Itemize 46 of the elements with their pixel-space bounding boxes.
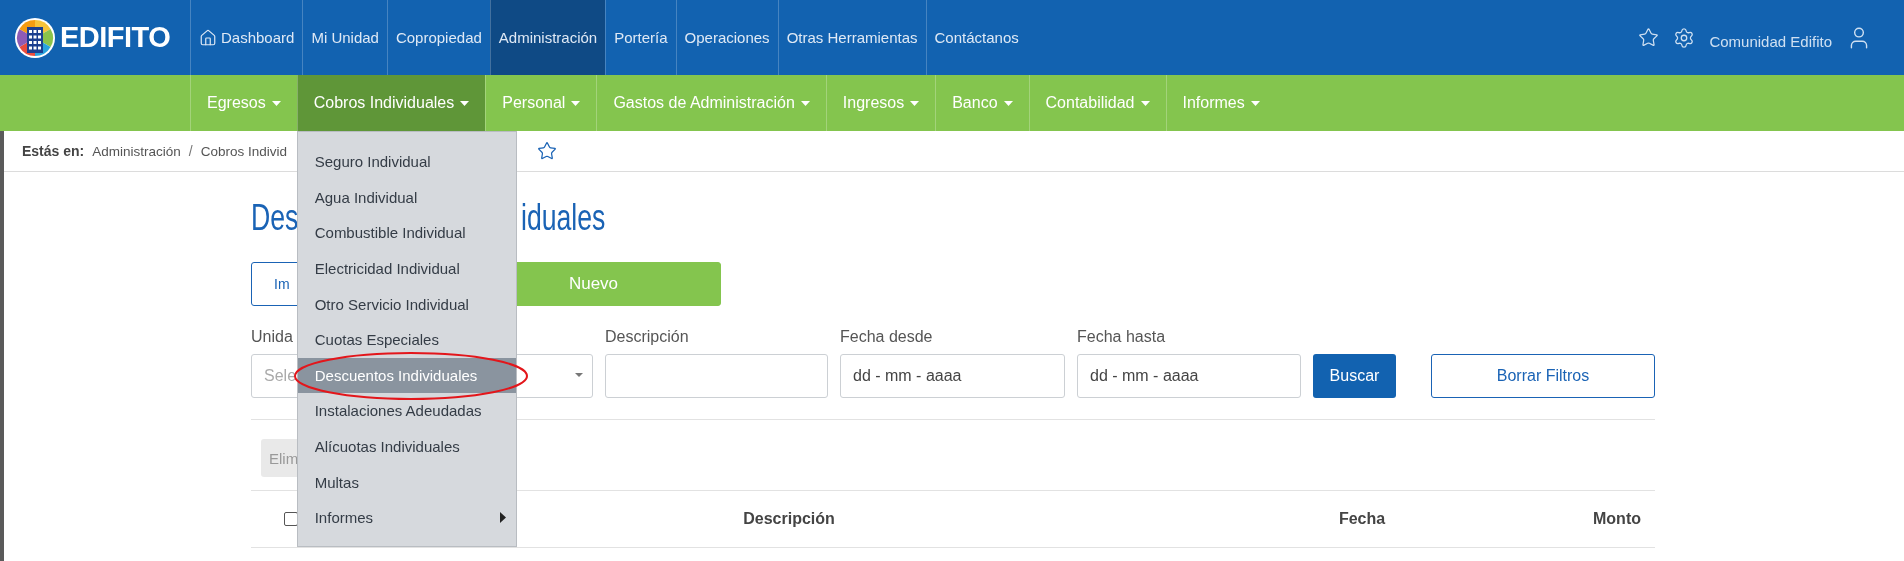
breadcrumb-link[interactable]: Administración bbox=[92, 143, 181, 159]
menu-item[interactable]: Agua Individual bbox=[297, 179, 516, 216]
breadcrumb-label: Estás en: bbox=[22, 143, 85, 159]
caret-icon bbox=[271, 100, 281, 106]
input-field[interactable] bbox=[605, 354, 828, 398]
menu-item[interactable]: Multas bbox=[297, 464, 516, 500]
column-header: Descripción bbox=[743, 510, 835, 528]
home-icon bbox=[199, 28, 217, 47]
nav-tab[interactable]: Administración bbox=[489, 0, 606, 75]
field-label: Descripción bbox=[605, 328, 689, 346]
field-label: Fecha hasta bbox=[1077, 328, 1166, 346]
caret-icon bbox=[800, 100, 810, 106]
date-field[interactable]: dd - mm - aaaa bbox=[840, 354, 1065, 398]
caret-icon bbox=[910, 100, 920, 106]
logo-icon bbox=[14, 16, 56, 59]
field-label: Fecha desde bbox=[840, 328, 933, 346]
submenu-arrow-icon bbox=[499, 512, 506, 524]
menu-item[interactable]: Instalaciones Adeudadas bbox=[297, 393, 516, 429]
menu-item[interactable]: Alícuotas Individuales bbox=[297, 428, 516, 465]
caret-icon bbox=[1003, 100, 1013, 106]
star-icon[interactable] bbox=[537, 141, 557, 161]
search-button[interactable]: Buscar bbox=[1313, 354, 1396, 398]
user-name[interactable]: Comunidad Edifito bbox=[1709, 25, 1832, 50]
breadcrumb-link[interactable]: Cobros Individ bbox=[200, 143, 287, 159]
page-title: Des bbox=[251, 197, 299, 239]
date-field[interactable]: dd - mm - aaaa bbox=[1077, 354, 1301, 398]
caret-icon bbox=[571, 100, 581, 106]
clear-filters-button[interactable]: Borrar Filtros bbox=[1431, 354, 1655, 398]
column-header: Monto bbox=[1593, 510, 1641, 528]
menu-item[interactable]: Descuentos Individuales bbox=[297, 357, 516, 394]
caret-icon bbox=[575, 373, 583, 377]
caret-icon bbox=[1140, 100, 1150, 106]
page-title: iduales bbox=[521, 197, 606, 239]
breadcrumb-separator: / bbox=[188, 143, 193, 159]
menu-item[interactable]: Combustible Individual bbox=[297, 215, 516, 251]
field-label: Unida bbox=[251, 328, 293, 346]
settings-icon[interactable] bbox=[1673, 26, 1696, 49]
menu-tab[interactable]: Cobros Individuales bbox=[296, 75, 486, 131]
menu-item[interactable]: Seguro Individual bbox=[297, 144, 516, 180]
brand-name: EDIFITO bbox=[60, 21, 171, 54]
menu-item[interactable]: Cuotas Especiales bbox=[297, 321, 516, 358]
select-all-checkbox[interactable] bbox=[284, 512, 298, 526]
caret-icon bbox=[460, 100, 470, 106]
menu-item[interactable]: Informes bbox=[297, 499, 516, 536]
column-header: Fecha bbox=[1338, 510, 1386, 528]
caret-icon bbox=[1250, 100, 1260, 106]
